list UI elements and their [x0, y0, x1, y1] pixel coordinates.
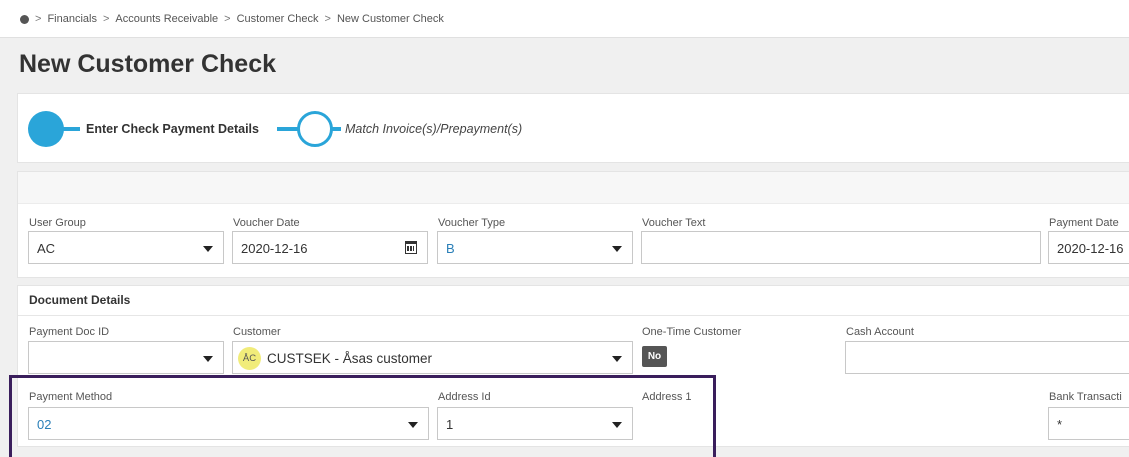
- chevron-down-icon[interactable]: [203, 246, 213, 252]
- chevron-down-icon[interactable]: [612, 246, 622, 252]
- breadcrumb-bar: > Financials > Accounts Receivable > Cus…: [0, 0, 1129, 38]
- header-strip: [18, 172, 1129, 204]
- step2-indicator[interactable]: [297, 111, 333, 147]
- breadcrumb: > Financials > Accounts Receivable > Cus…: [20, 13, 444, 25]
- breadcrumb-separator: >: [35, 13, 42, 25]
- payment-method-select[interactable]: 02: [28, 407, 429, 440]
- avatar: ÅC: [238, 347, 261, 370]
- address-id-label: Address Id: [438, 391, 491, 403]
- chevron-down-icon[interactable]: [203, 356, 213, 362]
- step1-label: Enter Check Payment Details: [86, 122, 259, 136]
- one-time-customer-label: One-Time Customer: [642, 326, 742, 338]
- home-icon[interactable]: [20, 14, 29, 24]
- step2-label: Match Invoice(s)/Prepayment(s): [345, 122, 523, 136]
- cash-account-label: Cash Account: [846, 326, 914, 338]
- chevron-down-icon[interactable]: [612, 422, 622, 428]
- chevron-down-icon[interactable]: [408, 422, 418, 428]
- bank-transaction-input[interactable]: *: [1048, 407, 1129, 440]
- voucher-date-input[interactable]: 2020-12-16: [232, 231, 428, 264]
- step2-connector-left: [277, 127, 299, 131]
- breadcrumb-item-accounts-receivable[interactable]: Accounts Receivable: [115, 13, 218, 25]
- step1-connector: [62, 127, 80, 131]
- breadcrumb-item-financials[interactable]: Financials: [47, 13, 97, 25]
- wizard-steps: Enter Check Payment Details Match Invoic…: [18, 94, 1129, 162]
- cash-account-input[interactable]: [845, 341, 1129, 374]
- voucher-type-select[interactable]: B: [437, 231, 633, 264]
- customer-select[interactable]: ÅC CUSTSEK - Åsas customer: [232, 341, 633, 374]
- breadcrumb-separator: >: [102, 13, 110, 25]
- voucher-type-label: Voucher Type: [438, 217, 506, 229]
- voucher-text-label: Voucher Text: [642, 217, 706, 229]
- page-title: New Customer Check: [19, 50, 277, 78]
- voucher-date-label: Voucher Date: [233, 217, 300, 229]
- user-group-label: User Group: [29, 217, 86, 229]
- breadcrumb-separator: >: [324, 13, 331, 25]
- step2-connector-right: [331, 127, 341, 131]
- breadcrumb-separator: >: [224, 13, 231, 25]
- payment-date-label: Payment Date: [1049, 217, 1119, 229]
- payment-date-input[interactable]: 2020-12-16: [1048, 231, 1129, 264]
- payment-doc-id-select[interactable]: [28, 341, 224, 374]
- payment-method-label: Payment Method: [29, 391, 113, 403]
- payment-doc-id-label: Payment Doc ID: [29, 326, 110, 338]
- customer-label: Customer: [233, 326, 281, 338]
- user-group-select[interactable]: AC: [28, 231, 224, 264]
- breadcrumb-item-customer-check[interactable]: Customer Check: [237, 13, 319, 25]
- calendar-icon[interactable]: [405, 241, 417, 254]
- breadcrumb-item-current: New Customer Check: [336, 13, 444, 25]
- address-id-select[interactable]: 1: [437, 407, 633, 440]
- chevron-down-icon[interactable]: [612, 356, 622, 362]
- address1-label: Address 1: [642, 391, 692, 403]
- one-time-customer-toggle[interactable]: No: [642, 346, 667, 367]
- step1-indicator[interactable]: [28, 111, 64, 147]
- document-details-title: Document Details: [29, 293, 131, 307]
- bank-transaction-label: Bank Transacti: [1049, 391, 1122, 403]
- voucher-text-input[interactable]: [641, 231, 1041, 264]
- section-divider: [18, 315, 1129, 316]
